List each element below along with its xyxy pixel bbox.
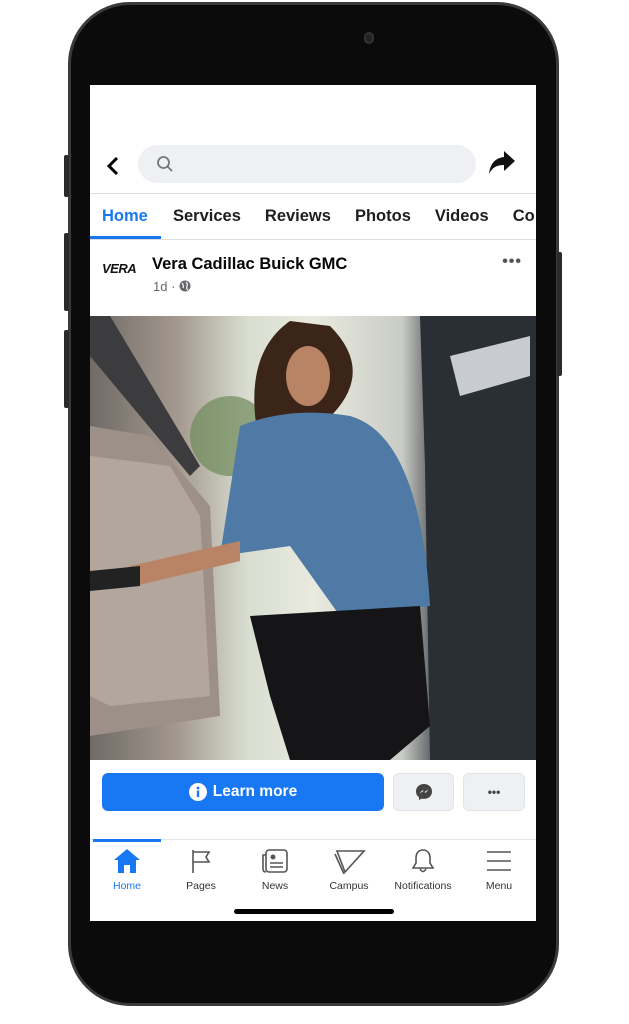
learn-more-label: Learn more: [212, 783, 298, 800]
active-tab-indicator: [93, 839, 161, 842]
pennant-icon: [334, 850, 366, 874]
post-options-button[interactable]: •••: [502, 253, 522, 271]
tab-contact[interactable]: Co: [501, 195, 536, 239]
volume-up-button: [64, 233, 69, 311]
nav-home[interactable]: Home: [90, 848, 164, 892]
tab-videos[interactable]: Videos: [423, 195, 501, 239]
nav-label: Pages: [186, 880, 216, 892]
bottom-nav: Home Pages News Campus Notifications Men…: [90, 839, 536, 899]
info-icon: [188, 783, 207, 801]
nav-label: News: [261, 880, 289, 892]
home-icon: [114, 849, 140, 873]
screen: Home Services Reviews Photos Videos Co V…: [90, 85, 536, 921]
messenger-button[interactable]: [393, 773, 454, 811]
globe-icon: [179, 280, 191, 292]
tab-photos[interactable]: Photos: [343, 195, 423, 239]
newspaper-icon: [262, 849, 288, 873]
woman-entering-car-photo: [90, 316, 536, 760]
nav-pages[interactable]: Pages: [164, 848, 238, 892]
tab-services[interactable]: Services: [161, 195, 253, 239]
messenger-icon: [415, 784, 432, 800]
nav-label: Notifications: [394, 880, 452, 892]
post-meta: 1d ·: [153, 279, 191, 294]
volume-down-button: [64, 330, 69, 408]
camera: [364, 32, 374, 44]
post-image[interactable]: [90, 316, 536, 760]
hamburger-menu-icon: [487, 851, 511, 871]
divider: [90, 239, 536, 240]
nav-notifications[interactable]: Notifications: [386, 848, 460, 892]
nav-label: Menu: [485, 880, 513, 892]
page-name[interactable]: Vera Cadillac Buick GMC: [152, 255, 347, 274]
share-button[interactable]: [488, 149, 516, 180]
post-header: VERA Vera Cadillac Buick GMC 1d · •••: [90, 253, 536, 303]
share-arrow-icon: [489, 151, 515, 174]
nav-campus[interactable]: Campus: [312, 848, 386, 892]
nav-menu[interactable]: Menu: [462, 848, 536, 892]
tab-home[interactable]: Home: [90, 195, 161, 239]
more-actions-button[interactable]: •••: [463, 773, 525, 811]
divider: [90, 193, 536, 194]
home-indicator[interactable]: [234, 909, 394, 914]
power-button: [557, 252, 562, 376]
search-icon: [157, 156, 173, 172]
chevron-left-icon: [106, 156, 119, 176]
page-logo[interactable]: VERA: [102, 261, 137, 276]
learn-more-button[interactable]: Learn more: [102, 773, 384, 811]
tab-reviews[interactable]: Reviews: [253, 195, 343, 239]
nav-label: Campus: [329, 880, 369, 892]
flag-icon: [192, 850, 211, 873]
nav-label: Home: [112, 880, 141, 892]
top-bar: [90, 143, 536, 193]
mute-switch: [64, 155, 69, 197]
back-button[interactable]: [106, 153, 120, 184]
page-tabs: Home Services Reviews Photos Videos Co: [90, 195, 536, 239]
bell-icon: [411, 849, 435, 873]
nav-news[interactable]: News: [238, 848, 312, 892]
search-input[interactable]: [138, 145, 476, 183]
post-time: 1d ·: [153, 279, 176, 294]
